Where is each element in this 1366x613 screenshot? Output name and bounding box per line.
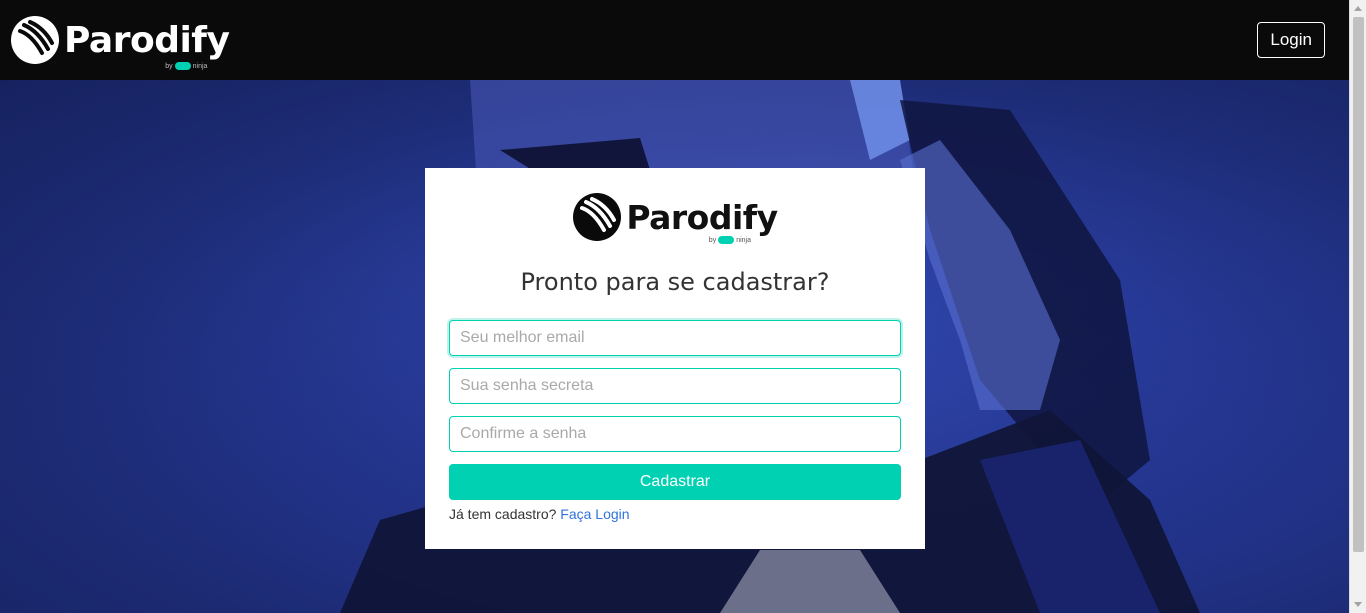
signup-title: Pronto para se cadastrar? — [520, 268, 830, 296]
card-brand-ninja: ninja — [736, 236, 751, 244]
scroll-thumb[interactable] — [1353, 17, 1364, 552]
login-link[interactable]: Faça Login — [560, 506, 629, 522]
browser-viewport: Parodify by ninja Login Parodify by ninj… — [0, 0, 1366, 613]
brand-ninja: ninja — [192, 62, 208, 70]
card-brand-by: by — [708, 236, 717, 244]
scroll-up-icon[interactable] — [1354, 6, 1362, 11]
confirm-password-field[interactable] — [449, 416, 901, 452]
qa-logo-icon — [718, 236, 735, 244]
card-brand-name: Parodify — [626, 197, 778, 237]
parodify-logo-icon — [11, 16, 59, 64]
scroll-down-icon[interactable] — [1354, 602, 1362, 607]
login-prompt-text: Já tem cadastro? — [449, 506, 557, 522]
brand-byline: by ninja — [165, 62, 207, 70]
page-scrollbar[interactable] — [1349, 0, 1366, 613]
email-field[interactable] — [449, 320, 901, 356]
signup-card: Parodify by ninja Pronto para se cadastr… — [425, 168, 925, 549]
qa-logo-icon — [174, 62, 191, 70]
brand-by: by — [165, 62, 173, 70]
parodify-logo-icon — [573, 193, 622, 241]
navbar-login-button[interactable]: Login — [1257, 22, 1325, 58]
signup-submit-button[interactable]: Cadastrar — [449, 464, 901, 500]
password-field[interactable] — [449, 368, 901, 404]
top-navbar: Parodify by ninja Login — [0, 0, 1349, 80]
card-logo: Parodify by ninja — [449, 190, 901, 244]
card-brand-byline: by ninja — [709, 236, 751, 244]
login-prompt: Já tem cadastro? Faça Login — [449, 506, 901, 522]
navbar-logo[interactable]: Parodify by ninja — [10, 10, 230, 70]
brand-name: Parodify — [64, 19, 230, 61]
